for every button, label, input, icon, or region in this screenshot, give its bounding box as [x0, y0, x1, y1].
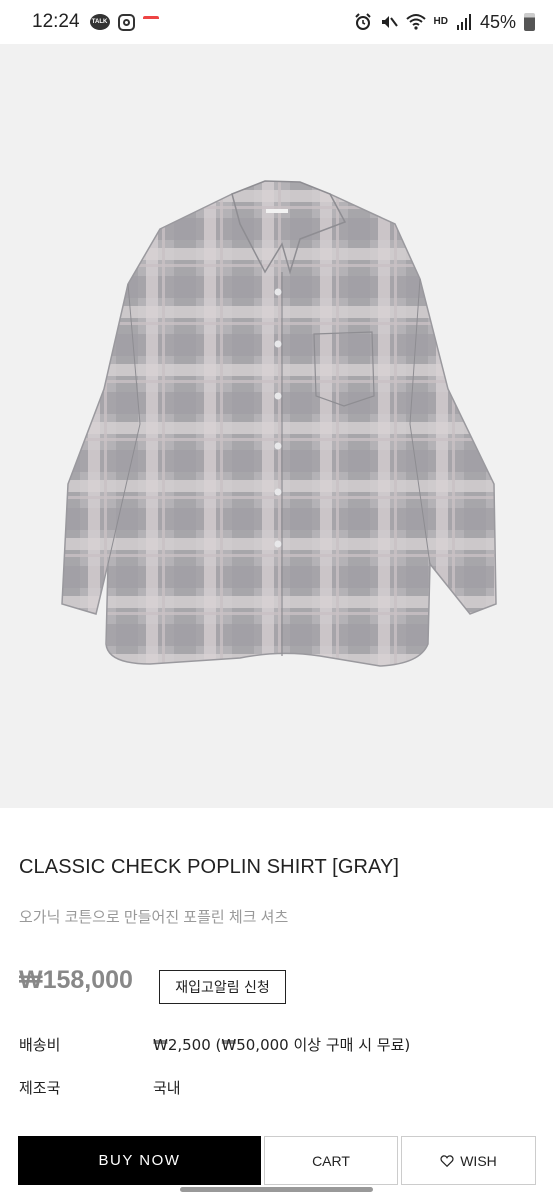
product-subtitle: 오가닉 코튼으로 만들어진 포플린 체크 셔츠 [19, 909, 289, 926]
product-price: ₩158,000 [19, 966, 133, 994]
product-image[interactable] [0, 44, 553, 808]
shipping-fee-label: 배송비 [19, 1036, 61, 1054]
shirt-illustration [61, 180, 497, 667]
app-notification-icon [142, 16, 159, 28]
wish-button[interactable]: WISH [401, 1136, 536, 1185]
shipping-fee-value: ₩2,500 (₩50,000 이상 구매 시 무료) [153, 1036, 411, 1054]
signal-icon [456, 14, 471, 30]
wish-label: WISH [460, 1152, 497, 1169]
heart-icon [440, 1154, 454, 1167]
origin-value: 국내 [153, 1079, 181, 1097]
notification-icons: TALK [89, 13, 159, 31]
origin-label: 제조국 [19, 1079, 61, 1097]
battery-percent: 45% [479, 11, 516, 32]
hd-voice-indicator: HD [433, 16, 448, 27]
home-indicator[interactable] [180, 1187, 373, 1192]
status-bar: 12:24 TALK HD 45% [0, 0, 553, 44]
status-time: 12:24 [32, 11, 80, 32]
instagram-icon [117, 13, 135, 31]
system-icons: HD 45% [354, 12, 535, 33]
battery-icon [524, 13, 535, 31]
buy-now-button[interactable]: BUY NOW [18, 1136, 261, 1185]
wifi-icon [405, 14, 426, 30]
kakaotalk-icon: TALK [89, 14, 110, 30]
restock-alert-button[interactable]: 재입고알림 신청 [159, 970, 286, 1004]
product-title: CLASSIC CHECK POPLIN SHIRT [GRAY] [19, 856, 400, 878]
cart-button[interactable]: CART [264, 1136, 398, 1185]
mute-icon [381, 16, 398, 28]
alarm-icon [354, 13, 371, 30]
